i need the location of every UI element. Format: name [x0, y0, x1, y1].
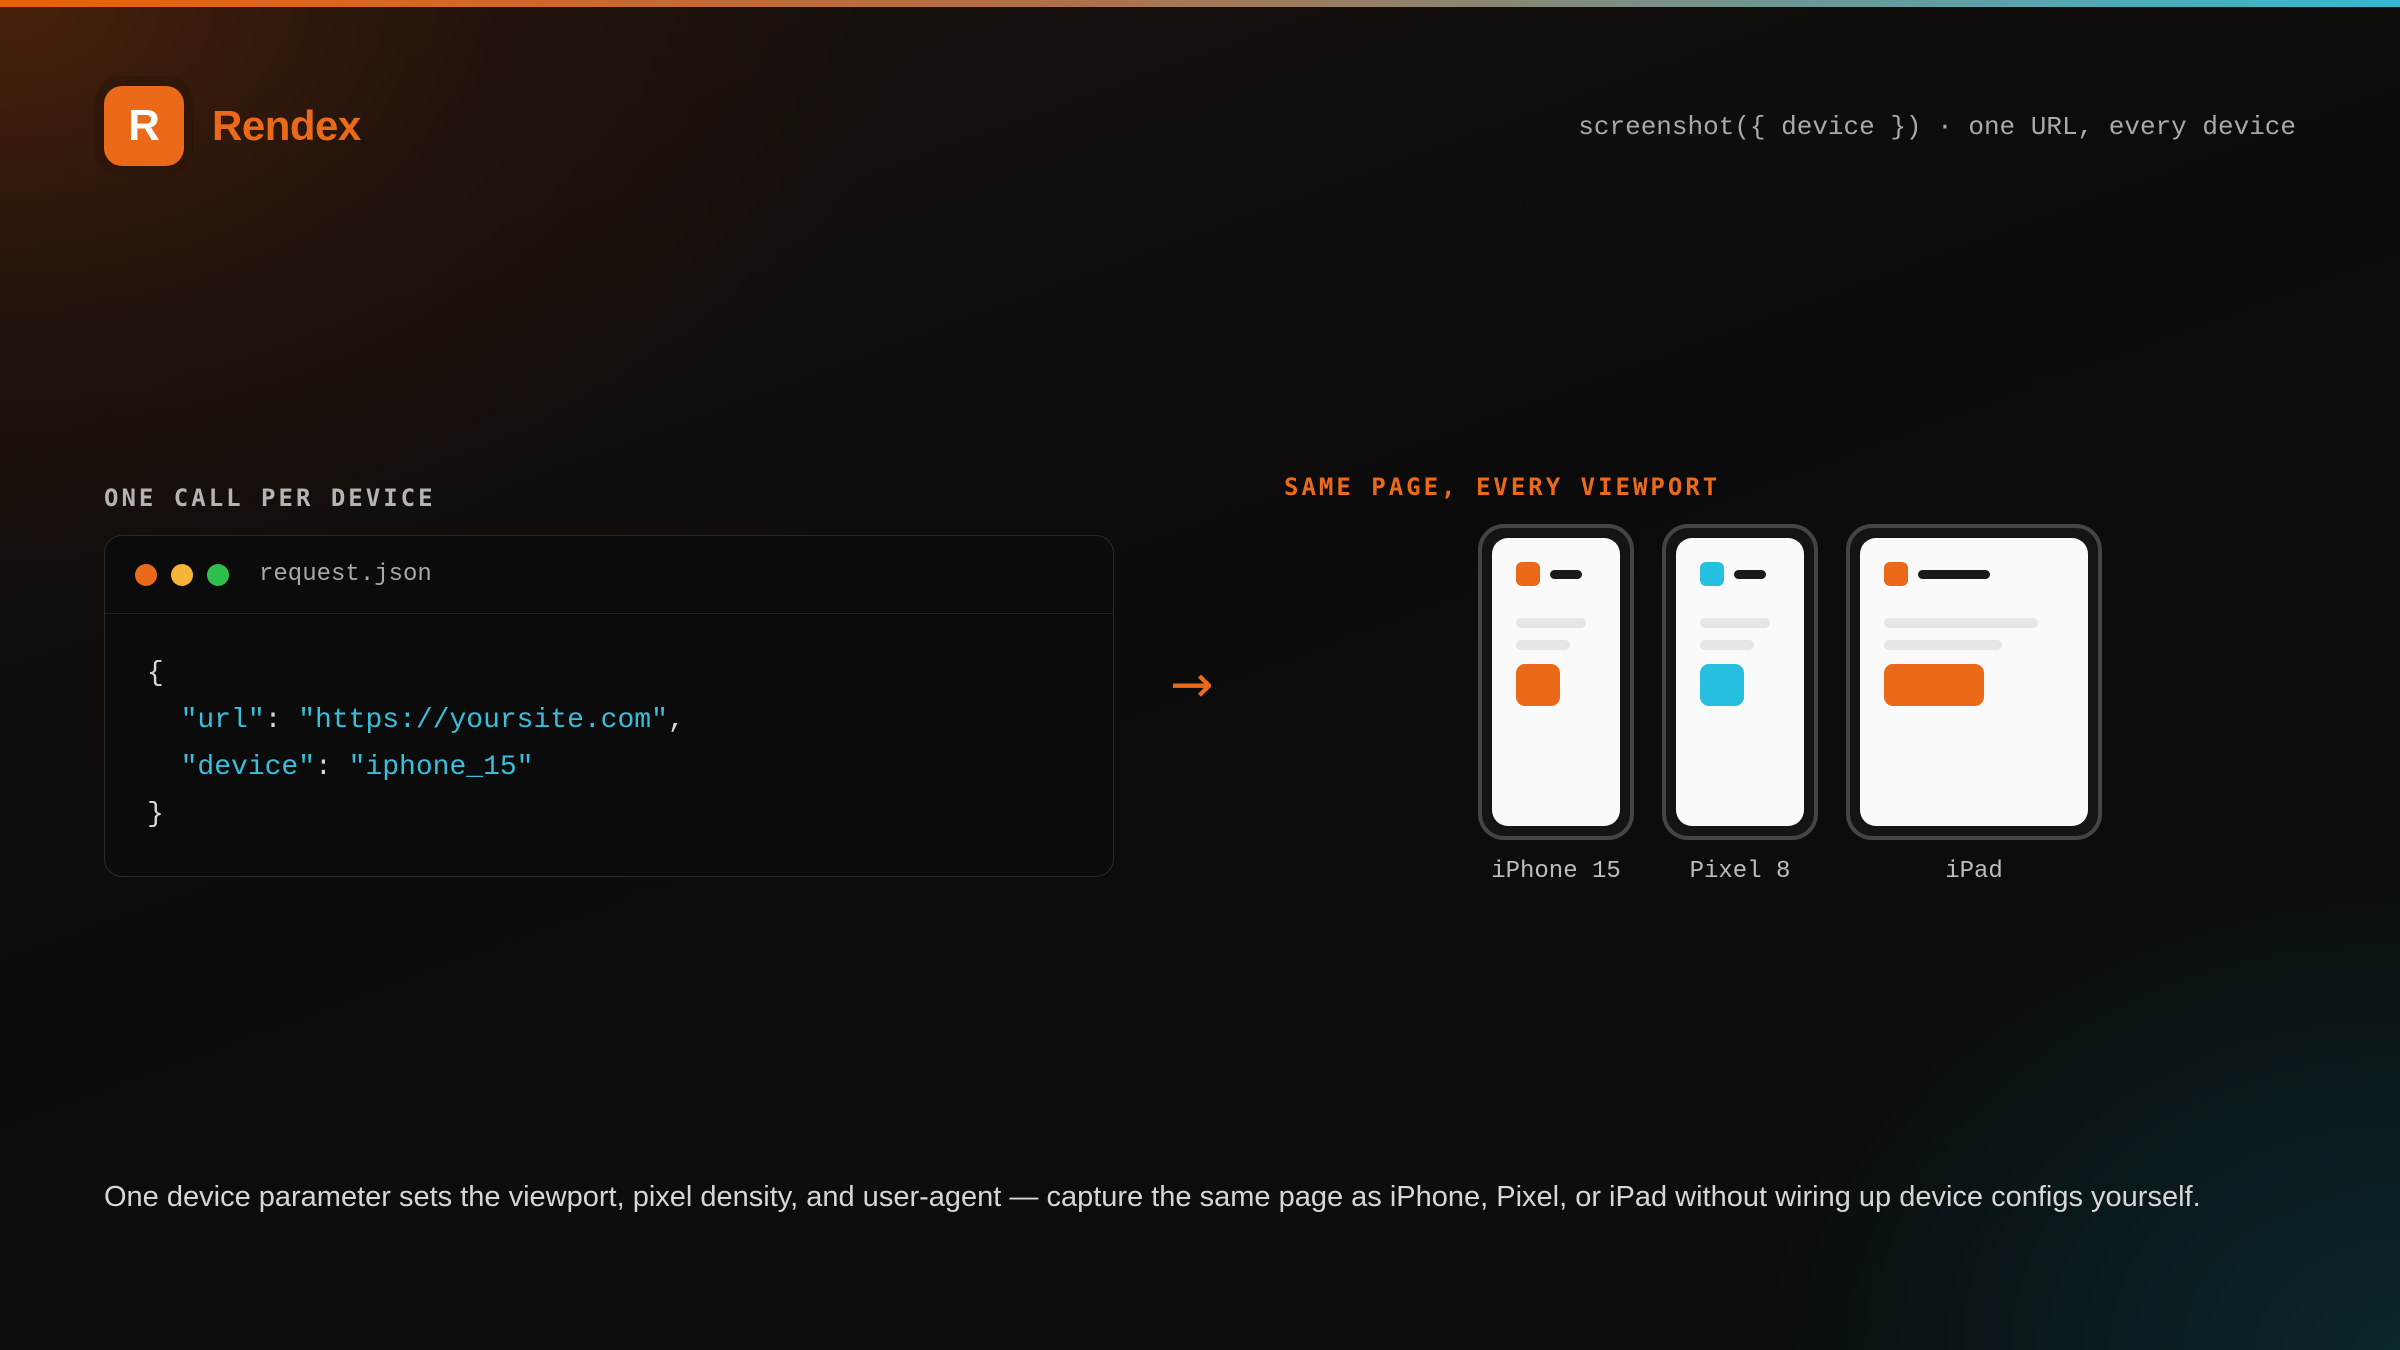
device-mockup-iphone — [1478, 524, 1634, 840]
button-placeholder — [1700, 664, 1744, 706]
device-label-iphone: iPhone 15 — [1491, 858, 1621, 885]
code-device-key: "device" — [180, 752, 316, 783]
code-url-value: "https://yoursite.com" — [298, 705, 668, 736]
code-window-header: request.json — [105, 536, 1113, 614]
device-screen — [1492, 538, 1620, 826]
text-line-placeholder — [1884, 640, 2002, 650]
title-bar-placeholder — [1918, 570, 1990, 579]
code-filename: request.json — [259, 561, 432, 588]
header: R Rendex — [104, 86, 361, 166]
app-icon — [1700, 562, 1724, 586]
device-label-ipad: iPad — [1945, 858, 2003, 885]
device-screen — [1860, 538, 2088, 826]
title-bar-placeholder — [1550, 570, 1582, 579]
app-icon — [1884, 562, 1908, 586]
device-label-pixel: Pixel 8 — [1689, 858, 1791, 885]
close-dot-icon — [135, 563, 157, 586]
code-open-brace: { — [147, 658, 164, 689]
section-label-right: SAME PAGE, EVERY VIEWPORT — [1284, 473, 1721, 501]
code-body: { "url": "https://yoursite.com", "device… — [147, 658, 685, 830]
code-window: request.json { "url": "https://yoursite.… — [104, 535, 1114, 877]
text-line-placeholder — [1700, 640, 1754, 650]
text-line-placeholder — [1700, 618, 1770, 628]
text-line-placeholder — [1884, 618, 2038, 628]
code-device-value: "iphone_15" — [348, 752, 534, 783]
minimize-dot-icon — [171, 563, 193, 586]
app-icon — [1516, 562, 1540, 586]
text-line-placeholder — [1516, 618, 1586, 628]
section-label-left: ONE CALL PER DEVICE — [104, 484, 436, 512]
device-mockup-ipad — [1846, 524, 2102, 840]
logo-icon: R — [104, 86, 184, 166]
button-placeholder — [1884, 664, 1984, 706]
description-text: One device parameter sets the viewport, … — [104, 1181, 2201, 1213]
tagline: screenshot({ device }) · one URL, every … — [1578, 112, 2296, 142]
button-placeholder — [1516, 664, 1560, 706]
code-close-brace: } — [147, 799, 164, 830]
maximize-dot-icon — [207, 563, 229, 586]
text-line-placeholder — [1516, 640, 1570, 650]
device-mockup-pixel — [1662, 524, 1818, 840]
top-accent-bar — [0, 0, 2400, 7]
brand-name: Rendex — [212, 102, 361, 149]
device-screen — [1676, 538, 1804, 826]
title-bar-placeholder — [1734, 570, 1766, 579]
code-url-key: "url" — [180, 705, 265, 736]
arrow-right-icon: → — [1170, 655, 1214, 715]
